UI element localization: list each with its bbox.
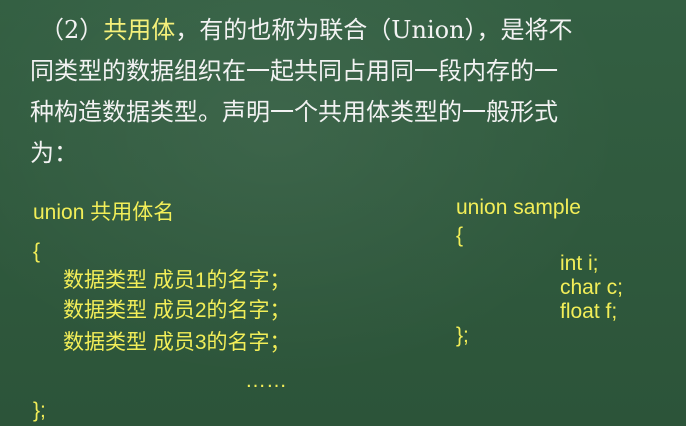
example-code-block: union sample { int i; char c; float f; }… — [456, 195, 676, 355]
code-line-header: union 共用体名 — [33, 201, 175, 224]
code-line-ellipsis: …… — [245, 369, 287, 392]
item-number: （2） — [40, 16, 104, 44]
term-highlight: 共用体 — [103, 16, 176, 44]
example-line-char: char c; — [560, 276, 624, 299]
code-line-member-2: 数据类型 成员2的名字； — [63, 299, 291, 322]
example-line-open-brace: { — [456, 224, 464, 247]
example-line-header: union sample — [456, 196, 581, 219]
example-line-int: int i; — [560, 252, 599, 275]
code-line-member-1: 数据类型 成员1的名字； — [63, 269, 291, 292]
paragraph-line-1: （2）共用体，有的也称为联合（Union），是将不 — [30, 10, 680, 51]
paragraph-line-4: 为： — [30, 139, 78, 167]
paragraph-line-3: 种构造数据类型。声明一个共用体类型的一般形式 — [30, 98, 558, 126]
paragraph-line-2: 同类型的数据组织在一起共同占用同一段内存的一 — [30, 57, 558, 85]
general-form-code-block: union 共用体名 { 数据类型 成员1的名字； 数据类型 成员2的名字； 数… — [33, 200, 373, 426]
example-line-close-brace: }; — [456, 324, 469, 347]
paragraph-line-1-rest: ，有的也称为联合（Union），是将不 — [175, 16, 573, 44]
example-line-float: float f; — [560, 300, 618, 323]
code-line-open-brace: { — [33, 240, 41, 263]
code-line-close-brace: }; — [33, 399, 46, 422]
code-line-member-3: 数据类型 成员3的名字； — [63, 331, 291, 354]
intro-paragraph: （2）共用体，有的也称为联合（Union），是将不 同类型的数据组织在一起共同占… — [30, 10, 680, 174]
